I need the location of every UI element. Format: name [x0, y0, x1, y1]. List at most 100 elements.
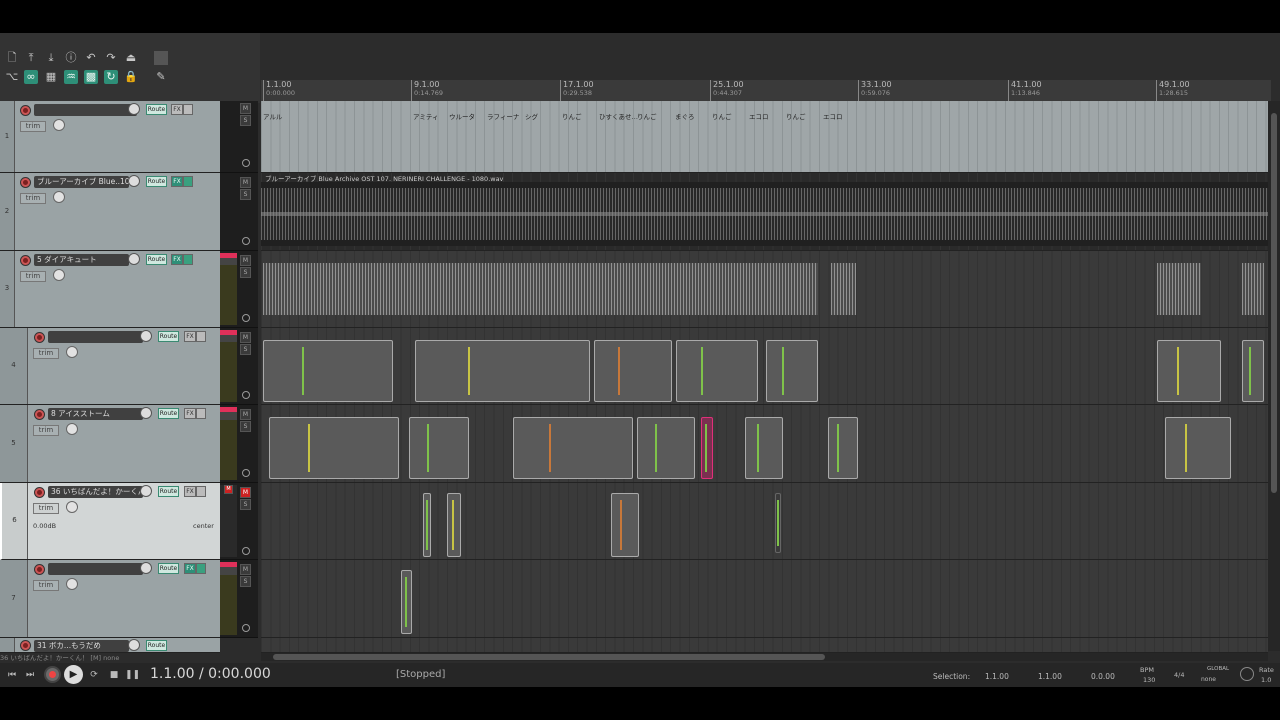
mute-button[interactable]: M	[240, 177, 251, 188]
record-arm-button[interactable]	[34, 564, 45, 575]
skip-start-icon[interactable]: ⏮	[5, 668, 19, 682]
record-arm-button[interactable]	[20, 177, 31, 188]
midi-item[interactable]	[447, 493, 461, 557]
marker-label[interactable]: エコロ	[749, 111, 769, 121]
metronome-icon[interactable]: ⏏	[124, 51, 138, 65]
marker-label[interactable]: ウルータ	[449, 111, 475, 121]
solo-button[interactable]: S	[240, 576, 251, 587]
new-file-icon[interactable]: 🗋	[5, 51, 19, 65]
bpm-value[interactable]: 130	[1143, 676, 1155, 684]
midi-item-group[interactable]	[1242, 340, 1264, 402]
track-panel-4[interactable]: 4 Route FX trim	[0, 328, 220, 405]
record-arm-button[interactable]	[34, 487, 45, 498]
fx-bypass-button[interactable]	[196, 563, 206, 574]
record-arm-button[interactable]	[20, 105, 31, 116]
position-readout[interactable]: 1.1.00 / 0:00.000	[150, 666, 271, 682]
fx-button[interactable]: FX	[171, 104, 183, 115]
link-icon[interactable]: ∞	[24, 70, 38, 84]
pan-knob[interactable]	[66, 346, 78, 358]
track-name[interactable]: 5 ダイアキュート	[34, 254, 129, 266]
midi-item-group[interactable]	[513, 417, 633, 479]
marker-label[interactable]: シグ	[525, 111, 538, 121]
audio-item[interactable]	[831, 263, 856, 315]
route-button[interactable]: Route	[158, 331, 179, 342]
fx-bypass-button[interactable]	[183, 254, 193, 265]
marker-label[interactable]: エコロ	[823, 111, 843, 121]
mute-button[interactable]: M	[240, 564, 251, 575]
solo-button[interactable]: S	[240, 267, 251, 278]
midi-item-group[interactable]	[766, 340, 818, 402]
midi-item-group[interactable]	[415, 340, 590, 402]
route-button[interactable]: Route	[146, 640, 167, 651]
fx-button[interactable]: FX	[184, 563, 196, 574]
record-arm-button[interactable]	[34, 332, 45, 343]
track-name[interactable]	[48, 563, 143, 575]
stop-button[interactable]: ■	[107, 668, 121, 682]
track-lane-2[interactable]: ブルーアーカイブ Blue Archive OST 107. NERINERI …	[261, 173, 1268, 251]
phase-icon[interactable]	[242, 314, 250, 322]
scrollbar-thumb[interactable]	[1271, 113, 1277, 493]
fx-bypass-button[interactable]	[183, 104, 193, 115]
ripple-icon[interactable]: ♒	[64, 70, 78, 84]
volume-knob[interactable]	[140, 485, 152, 497]
solo-button[interactable]: S	[240, 499, 251, 510]
audio-item[interactable]	[1242, 263, 1264, 315]
marker-label[interactable]: りんご	[712, 111, 732, 121]
trim-button[interactable]: trim	[33, 425, 59, 436]
fx-bypass-button[interactable]	[196, 408, 206, 419]
midi-item[interactable]	[423, 493, 431, 557]
pan-knob[interactable]	[53, 269, 65, 281]
edit-icon[interactable]: ✎	[154, 70, 168, 84]
trim-button[interactable]: trim	[33, 348, 59, 359]
mute-button[interactable]: M	[240, 332, 251, 343]
track-name[interactable]: ブルーアーカイブ Blue..1080	[34, 176, 129, 188]
record-arm-button[interactable]	[20, 640, 31, 651]
fx-bypass-button[interactable]	[196, 331, 206, 342]
fx-button[interactable]: FX	[171, 254, 183, 265]
track-lane-8[interactable]	[261, 638, 1268, 653]
track-lane-6[interactable]	[261, 483, 1268, 560]
solo-button[interactable]: S	[240, 115, 251, 126]
phase-icon[interactable]	[242, 469, 250, 477]
marker-label[interactable]: りんご	[786, 111, 806, 121]
pan-knob[interactable]	[66, 501, 78, 513]
route-button[interactable]: Route	[158, 563, 179, 574]
midi-item[interactable]	[775, 493, 781, 553]
track-lane-3[interactable]	[261, 251, 1268, 328]
volume-knob[interactable]	[140, 407, 152, 419]
repeat-icon[interactable]: ⟳	[87, 668, 101, 682]
marker-label[interactable]: ひすくあせ…	[599, 111, 638, 121]
fx-button[interactable]: FX	[171, 176, 183, 187]
track-panel-3[interactable]: 3 5 ダイアキュート Route FX trim	[0, 251, 220, 328]
grid-toggle-icon[interactable]	[154, 51, 168, 65]
volume-knob[interactable]	[140, 330, 152, 342]
track-lane-4[interactable]	[261, 328, 1268, 405]
route-button[interactable]: Route	[146, 176, 167, 187]
open-icon[interactable]: ⤓	[44, 51, 58, 65]
time-signature[interactable]: 4/4	[1174, 671, 1184, 679]
cursor-icon[interactable]: ⌥	[5, 70, 19, 84]
track-name[interactable]: 36 いちばんだよ！かーくん！	[48, 486, 143, 498]
track-panel-2[interactable]: 2 ブルーアーカイブ Blue..1080 Route FX trim	[0, 173, 220, 251]
timeline-ruler[interactable]: 1.1.00 0:00.000 9.1.00 0:14.769 17.1.00 0:2…	[261, 80, 1271, 101]
fx-bypass-button[interactable]	[183, 176, 193, 187]
mute-button[interactable]: M	[240, 409, 251, 420]
audio-item[interactable]: ブルーアーカイブ Blue Archive OST 107. NERINERI …	[261, 175, 1268, 246]
midi-item-group[interactable]	[263, 340, 393, 402]
selection-length[interactable]: 0.0.00	[1091, 672, 1115, 681]
trim-button[interactable]: trim	[20, 193, 46, 204]
audio-item[interactable]	[263, 263, 818, 315]
marker-label[interactable]: アミティ	[413, 111, 438, 121]
solo-button[interactable]: S	[240, 344, 251, 355]
marker-label[interactable]: ラフィーナ	[487, 111, 519, 121]
pan-knob[interactable]	[66, 423, 78, 435]
skip-end-icon[interactable]: ⏭	[23, 668, 37, 682]
solo-button[interactable]: S	[240, 421, 251, 432]
mute-button[interactable]: M	[240, 487, 251, 498]
volume-knob[interactable]	[128, 175, 140, 187]
pan-knob[interactable]	[66, 578, 78, 590]
record-arm-button[interactable]	[20, 255, 31, 266]
mute-button[interactable]: M	[240, 255, 251, 266]
trim-button[interactable]: trim	[33, 580, 59, 591]
track-panel-1[interactable]: 1 Route FX trim	[0, 101, 220, 173]
